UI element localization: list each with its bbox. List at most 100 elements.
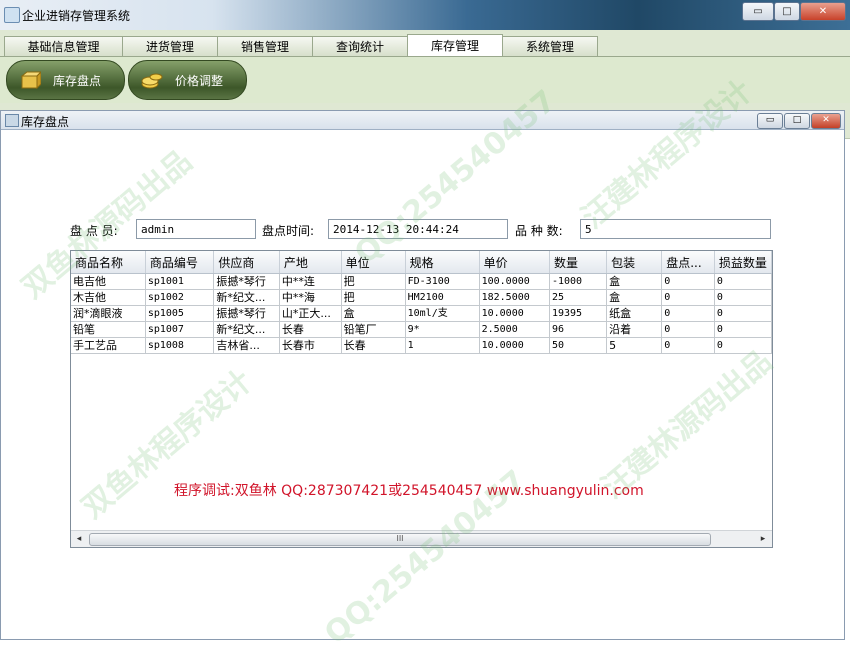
cell-unit[interactable]: 铅笔厂 <box>341 321 406 338</box>
cell-code[interactable]: sp1007 <box>145 321 215 338</box>
scroll-right-arrow-icon[interactable]: ▸ <box>757 533 769 545</box>
col-header-name[interactable]: 商品名称 <box>71 251 146 274</box>
cell-price[interactable]: 10.0000 <box>479 305 550 322</box>
tab-system[interactable]: 系统管理 <box>502 36 598 57</box>
cell-unit[interactable]: 把 <box>341 273 406 290</box>
col-header-unit[interactable]: 单位 <box>341 251 406 274</box>
cell-supplier[interactable]: 振撼*琴行 <box>213 305 280 322</box>
cell-package[interactable]: 盒 <box>606 289 663 306</box>
col-header-origin[interactable]: 产地 <box>279 251 342 274</box>
check-time-field[interactable]: 2014-12-13 20:44:24 <box>328 219 508 239</box>
frame-restore-button[interactable]: □ <box>784 113 810 129</box>
cell-origin[interactable]: 长春市 <box>279 337 342 354</box>
col-header-package[interactable]: 包装 <box>606 251 663 274</box>
cell-checked[interactable]: 0 <box>661 289 715 306</box>
cell-name[interactable]: 润*滴眼液 <box>71 305 146 322</box>
cell-supplier[interactable]: 吉林省... <box>213 337 280 354</box>
inventory-check-button[interactable]: 库存盘点 <box>6 60 125 100</box>
cell-origin[interactable]: 中**海 <box>279 289 342 306</box>
col-header-code[interactable]: 商品编号 <box>145 251 215 274</box>
cell-checked[interactable]: 0 <box>661 305 715 322</box>
cell-supplier[interactable]: 振撼*琴行 <box>213 273 280 290</box>
close-button[interactable]: ✕ <box>800 2 846 21</box>
cell-checked[interactable]: 0 <box>661 337 715 354</box>
price-adjust-label: 价格调整 <box>175 74 224 88</box>
cell-spec[interactable]: 9* <box>405 321 480 338</box>
col-header-quantity[interactable]: 数量 <box>549 251 608 274</box>
frame-close-button[interactable]: ✕ <box>811 113 841 129</box>
cell-quantity[interactable]: 19395 <box>549 305 608 322</box>
price-adjust-button[interactable]: 价格调整 <box>128 60 247 100</box>
cell-origin[interactable]: 山*正大... <box>279 305 342 322</box>
scroll-thumb[interactable]: III <box>89 533 711 546</box>
cell-quantity[interactable]: -1000 <box>549 273 608 290</box>
cell-package[interactable]: 纸盒 <box>606 305 663 322</box>
cell-price[interactable]: 100.0000 <box>479 273 550 290</box>
tab-sales[interactable]: 销售管理 <box>217 36 313 57</box>
tab-basic-info[interactable]: 基础信息管理 <box>4 36 123 57</box>
cell-package[interactable]: 5 <box>606 337 663 354</box>
cell-unit[interactable]: 长春 <box>341 337 406 354</box>
cell-loss[interactable]: 0 <box>714 273 772 290</box>
cell-price[interactable]: 182.5000 <box>479 289 550 306</box>
col-header-checked[interactable]: 盘点... <box>661 251 715 274</box>
frame-icon <box>5 114 19 127</box>
cell-unit[interactable]: 盒 <box>341 305 406 322</box>
cell-supplier[interactable]: 新*纪文... <box>213 289 280 306</box>
tab-inventory[interactable]: 库存管理 <box>407 34 503 58</box>
cell-name[interactable]: 铅笔 <box>71 321 146 338</box>
cell-origin[interactable]: 长春 <box>279 321 342 338</box>
cell-loss[interactable]: 0 <box>714 289 772 306</box>
col-header-loss[interactable]: 损益数量 <box>714 251 772 274</box>
cell-spec[interactable]: HM2100 <box>405 289 480 306</box>
cell-quantity[interactable]: 25 <box>549 289 608 306</box>
table-row[interactable]: 铅笔 sp1007 新*纪文... 长春 铅笔厂 9* 2.5000 96 沿着… <box>71 321 772 338</box>
cell-spec[interactable]: FD-3100 <box>405 273 480 290</box>
cell-spec[interactable]: 10ml/支 <box>405 305 480 322</box>
cell-spec[interactable]: 1 <box>405 337 480 354</box>
cell-name[interactable]: 电吉他 <box>71 273 146 290</box>
cell-supplier[interactable]: 新*纪文... <box>213 321 280 338</box>
window-title: 企业进销存管理系统 <box>22 9 131 23</box>
maximize-button[interactable]: □ <box>774 2 800 21</box>
cell-code[interactable]: sp1008 <box>145 337 215 354</box>
variety-count-field[interactable]: 5 <box>580 219 771 239</box>
table-row[interactable]: 手工艺品 sp1008 吉林省... 长春市 长春 1 10.0000 50 5… <box>71 337 772 354</box>
cell-quantity[interactable]: 96 <box>549 321 608 338</box>
cell-origin[interactable]: 中**连 <box>279 273 342 290</box>
cell-price[interactable]: 10.0000 <box>479 337 550 354</box>
col-header-price[interactable]: 单价 <box>479 251 550 274</box>
check-time-label: 盘点时间: <box>262 224 315 238</box>
minimize-button[interactable]: ▭ <box>742 2 774 21</box>
cell-loss[interactable]: 0 <box>714 305 772 322</box>
cell-code[interactable]: sp1002 <box>145 289 215 306</box>
cell-checked[interactable]: 0 <box>661 321 715 338</box>
cell-package[interactable]: 盒 <box>606 273 663 290</box>
checker-label: 盘 点 员: <box>70 224 118 238</box>
cell-loss[interactable]: 0 <box>714 321 772 338</box>
variety-count-label: 品 种 数: <box>515 224 563 238</box>
tab-purchase[interactable]: 进货管理 <box>122 36 218 57</box>
cell-name[interactable]: 手工艺品 <box>71 337 146 354</box>
table-header-row: 商品名称 商品编号 供应商 产地 单位 规格 单价 数量 包装 盘点... 损益… <box>71 251 772 274</box>
checker-field[interactable]: admin <box>136 219 256 239</box>
scroll-left-arrow-icon[interactable]: ◂ <box>73 533 85 545</box>
cell-package[interactable]: 沿着 <box>606 321 663 338</box>
col-header-spec[interactable]: 规格 <box>405 251 480 274</box>
cell-code[interactable]: sp1001 <box>145 273 215 290</box>
credit-text: 程序调试:双鱼林 QQ:287307421或254540457 www.shua… <box>174 483 644 499</box>
cell-name[interactable]: 木吉他 <box>71 289 146 306</box>
cell-checked[interactable]: 0 <box>661 273 715 290</box>
cell-loss[interactable]: 0 <box>714 337 772 354</box>
table-row[interactable]: 木吉他 sp1002 新*纪文... 中**海 把 HM2100 182.500… <box>71 289 772 306</box>
cell-code[interactable]: sp1005 <box>145 305 215 322</box>
table-row[interactable]: 润*滴眼液 sp1005 振撼*琴行 山*正大... 盒 10ml/支 10.0… <box>71 305 772 322</box>
col-header-supplier[interactable]: 供应商 <box>213 251 280 274</box>
horizontal-scrollbar[interactable]: ◂ III ▸ <box>71 530 772 547</box>
cell-quantity[interactable]: 50 <box>549 337 608 354</box>
frame-minimize-button[interactable]: ▭ <box>757 113 783 129</box>
cell-unit[interactable]: 把 <box>341 289 406 306</box>
tab-query-stats[interactable]: 查询统计 <box>312 36 408 57</box>
cell-price[interactable]: 2.5000 <box>479 321 550 338</box>
table-row[interactable]: 电吉他 sp1001 振撼*琴行 中**连 把 FD-3100 100.0000… <box>71 273 772 290</box>
